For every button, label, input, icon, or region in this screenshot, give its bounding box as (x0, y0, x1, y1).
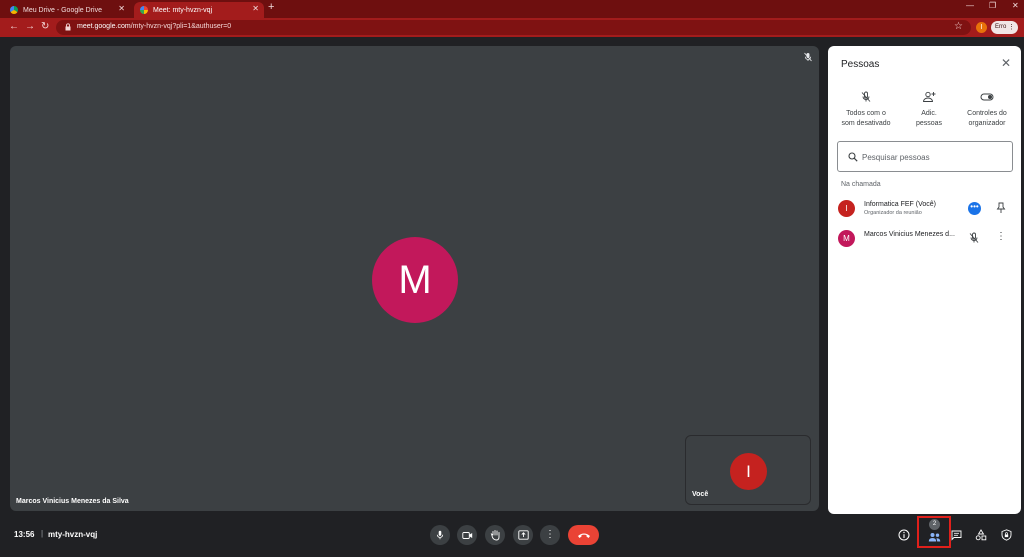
people-panel: Pessoas ✕ Todos com o som desativado Adi… (828, 46, 1021, 514)
more-options-icon[interactable]: ••• (968, 202, 981, 215)
forward-arrow-icon[interactable]: → (25, 21, 35, 32)
close-tab-icon[interactable]: ✕ (252, 4, 259, 13)
self-avatar: I (730, 453, 767, 490)
minimize-icon[interactable]: — (966, 1, 974, 10)
participant-row[interactable]: I Informatica FEF (Você) Organizador da … (838, 198, 1013, 218)
action-label: som desativado (841, 120, 891, 127)
meeting-details-button[interactable] (895, 526, 913, 544)
meeting-code: mty-hvzn-vqj (48, 530, 98, 539)
hang-up-icon (577, 533, 590, 538)
microphone-button[interactable] (430, 525, 450, 545)
self-video-tile[interactable]: I Você (685, 435, 811, 505)
host-controls-button[interactable]: Controles do organizador (957, 91, 1017, 129)
leave-call-button[interactable] (568, 525, 599, 545)
info-icon (898, 529, 910, 541)
lock-icon (65, 23, 71, 31)
raise-hand-button[interactable] (485, 525, 505, 545)
new-tab-button[interactable]: + (268, 1, 274, 13)
tab-google-drive[interactable]: Meu Drive - Google Drive ✕ (4, 2, 130, 18)
search-people-field[interactable] (837, 141, 1013, 172)
browser-toolbar: ← → ↻ meet.google.com/mty-hvzn-vqj?pli=1… (0, 18, 1024, 37)
chat-button[interactable] (947, 526, 965, 544)
bookmark-star-icon[interactable]: ☆ (954, 21, 963, 32)
video-camera-icon (461, 531, 472, 539)
action-label: Todos com o (846, 110, 886, 117)
reload-icon[interactable]: ↻ (41, 21, 49, 32)
google-meet-icon (140, 6, 148, 14)
host-controls-bottom-button[interactable] (997, 526, 1015, 544)
present-screen-icon (517, 530, 529, 540)
shield-lock-icon (1001, 529, 1011, 541)
in-call-section-label: Na chamada (841, 181, 881, 188)
clock: 13:56 (14, 530, 35, 539)
tab-google-meet[interactable]: Meet: mty-hvzn-vqj ✕ (134, 2, 264, 18)
participant-name: Marcos Vinicius Menezes d... (864, 231, 955, 238)
participant-role: Organizador da reunião (864, 210, 922, 216)
mic-icon (436, 530, 444, 540)
kebab-menu-icon: ⋮ (1008, 24, 1015, 31)
address-bar[interactable]: meet.google.com/mty-hvzn-vqj?pli=1&authu… (56, 20, 971, 35)
action-label: pessoas (915, 120, 943, 127)
google-drive-icon (10, 6, 18, 14)
self-label: Você (692, 491, 709, 498)
chat-icon (951, 530, 961, 541)
close-icon[interactable]: ✕ (1001, 56, 1011, 70)
panel-title: Pessoas (841, 59, 880, 70)
avatar: I (838, 200, 855, 217)
mic-off-icon[interactable] (968, 232, 980, 244)
mute-all-button[interactable]: Todos com o som desativado (836, 91, 896, 129)
camera-button[interactable] (457, 525, 477, 545)
person-add-icon (923, 91, 936, 102)
highlight-box (917, 516, 951, 548)
participant-name: Informatica FEF (Você) (864, 201, 936, 208)
toggle-icon (980, 93, 994, 101)
search-input[interactable] (862, 149, 1002, 165)
action-label: Adic. (921, 110, 937, 117)
more-options-button[interactable]: ⋮ (540, 525, 560, 545)
restore-icon[interactable]: ❐ (989, 1, 996, 10)
separator: | (41, 529, 44, 538)
profile-avatar[interactable]: I (976, 22, 987, 33)
speaker-name: Marcos Vinicius Menezes da Silva (16, 498, 129, 505)
url-text: meet.google.com/mty-hvzn-vqj?pli=1&authu… (77, 23, 232, 30)
close-window-icon[interactable]: ✕ (1012, 1, 1019, 10)
kebab-menu-icon: ⋮ (545, 529, 555, 540)
mic-off-icon (804, 52, 812, 62)
activities-button[interactable] (972, 526, 990, 544)
action-label: Controles do (967, 110, 1007, 117)
avatar: M (838, 230, 855, 247)
hand-icon (490, 530, 499, 541)
speaker-avatar: M (372, 237, 458, 323)
mic-off-icon (861, 91, 871, 102)
back-arrow-icon[interactable]: ← (9, 21, 19, 32)
kebab-menu-icon[interactable]: ⋮ (996, 232, 1006, 242)
present-screen-button[interactable] (513, 525, 533, 545)
tab-title: Meet: mty-hvzn-vqj (153, 6, 213, 14)
browser-tab-strip: Meu Drive - Google Drive ✕ Meet: mty-hvz… (0, 0, 1024, 18)
close-tab-icon[interactable]: ✕ (118, 4, 125, 13)
tab-title: Meu Drive - Google Drive (23, 6, 102, 14)
search-icon (848, 152, 858, 162)
error-menu-button[interactable]: Erro ⋮ (991, 21, 1018, 34)
participant-row[interactable]: M Marcos Vinicius Menezes d... ⋮ (838, 228, 1013, 248)
add-people-button[interactable]: Adic. pessoas (899, 91, 959, 129)
pin-icon[interactable] (996, 202, 1006, 214)
action-label: organizador (968, 120, 1006, 127)
shapes-icon (975, 529, 987, 541)
